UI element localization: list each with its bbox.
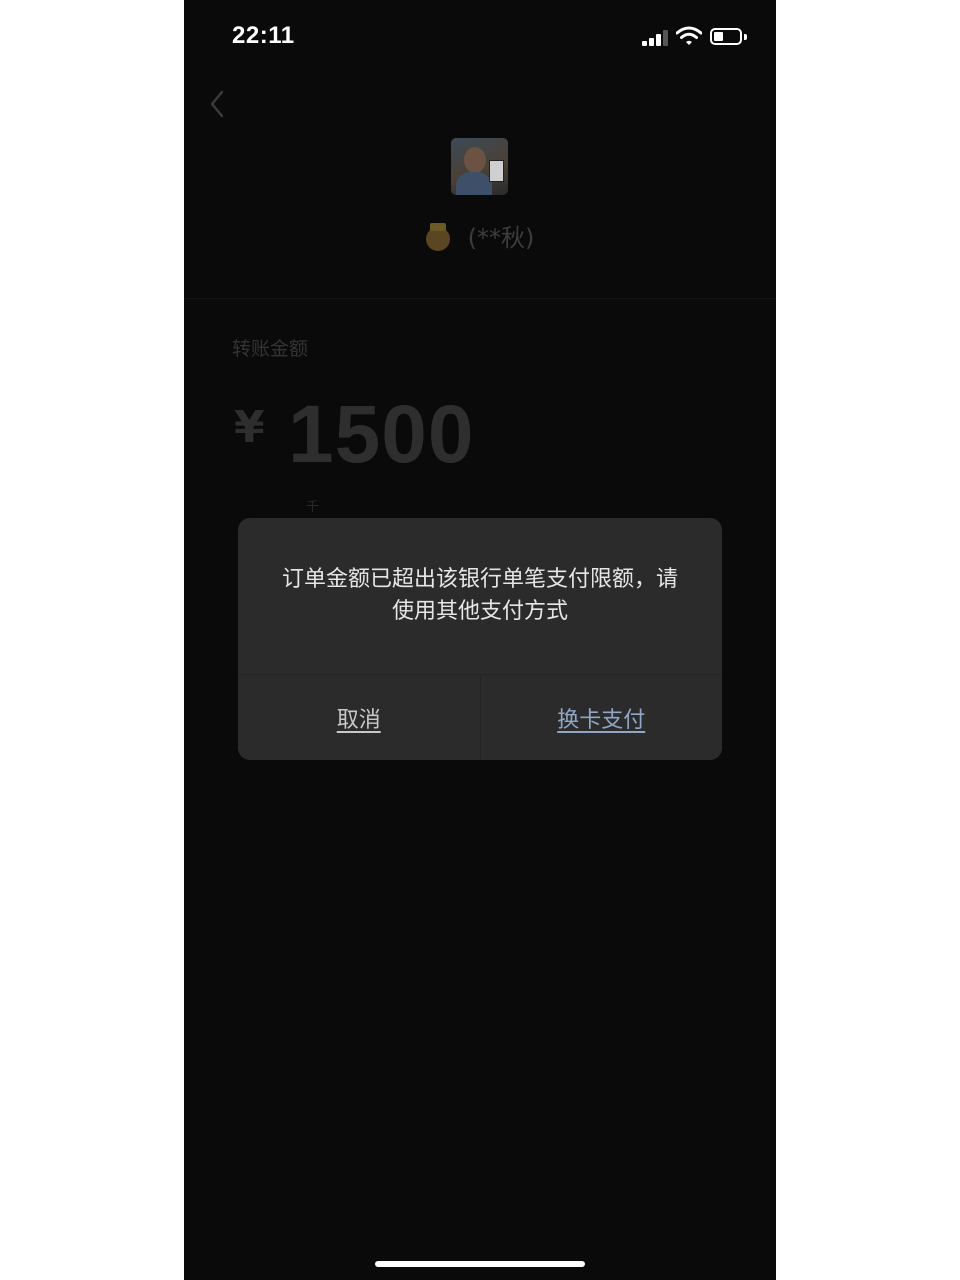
amount-value[interactable]: 1500	[288, 388, 474, 482]
alert-dialog: 订单金额已超出该银行单笔支付限额，请使用其他支付方式 取消 换卡支付	[238, 518, 722, 760]
recipient-row: (**秋)	[184, 218, 776, 253]
recipient-name: (**秋)	[467, 224, 535, 252]
dialog-message: 订单金额已超出该银行单笔支付限额，请使用其他支付方式	[281, 567, 678, 624]
signal-icon	[642, 30, 670, 46]
phone-screen: 22:11 (**秋) 转账金额 ¥ 1500 千 订单金额已超出该银行单笔支付…	[184, 0, 776, 1280]
amount-unit-hint: 千	[306, 500, 320, 515]
status-time: 22:11	[232, 22, 295, 49]
currency-symbol: ¥	[234, 402, 265, 453]
amount-label: 转账金额	[232, 338, 309, 360]
cancel-button[interactable]: 取消	[238, 675, 481, 760]
battery-icon	[710, 28, 742, 45]
avatar	[451, 138, 508, 195]
emoji-badge-icon	[425, 223, 450, 251]
dialog-actions: 取消 换卡支付	[238, 674, 722, 760]
divider	[184, 298, 776, 299]
battery-cap	[744, 34, 747, 40]
home-indicator[interactable]	[375, 1261, 585, 1267]
change-card-button[interactable]: 换卡支付	[481, 675, 723, 760]
wifi-icon	[676, 26, 702, 45]
chevron-left-icon[interactable]	[206, 88, 228, 120]
